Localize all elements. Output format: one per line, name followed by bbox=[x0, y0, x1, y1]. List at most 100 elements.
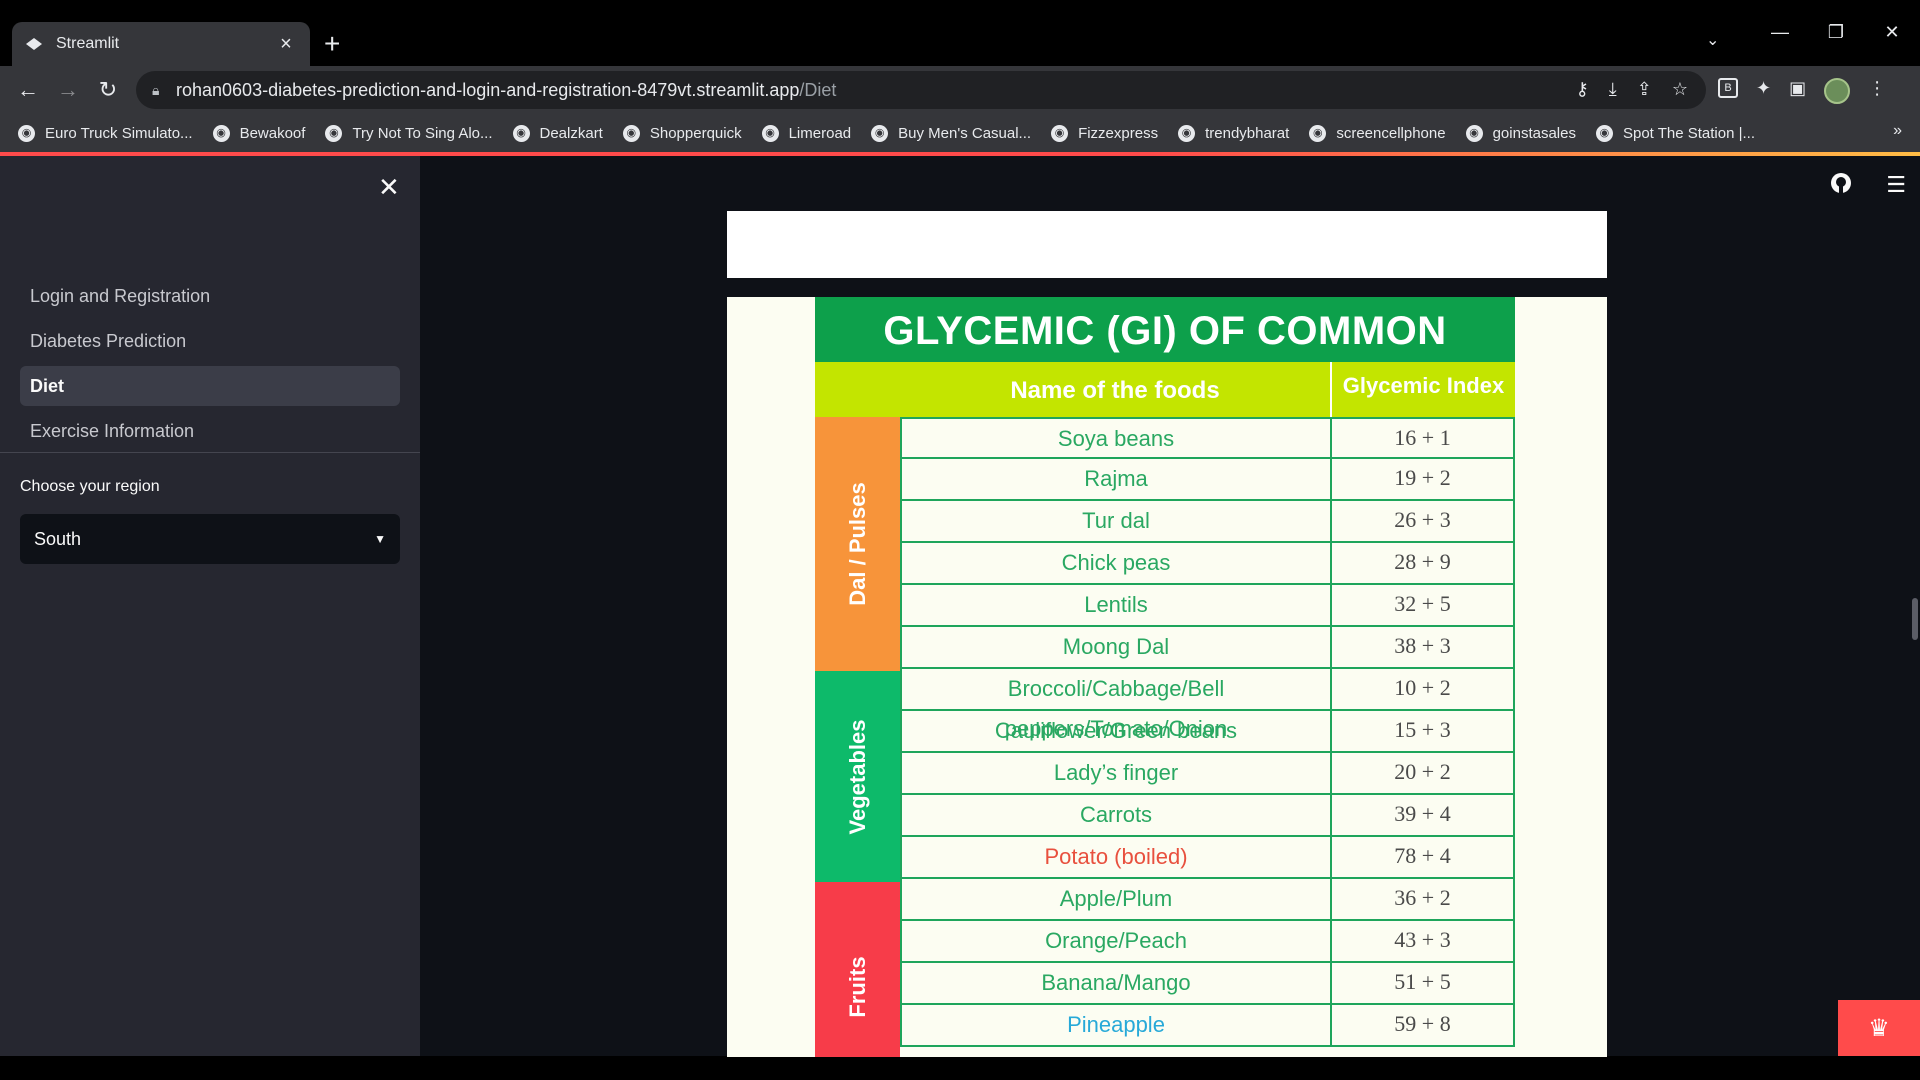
poster-title: GLYCEMIC (GI) OF COMMON FOODS bbox=[815, 297, 1515, 421]
browser-tab[interactable]: Streamlit × bbox=[12, 22, 310, 66]
food-name: Broccoli/Cabbage/Bell peppers/Tomato/Oni… bbox=[902, 669, 1332, 741]
food-name: Carrots bbox=[902, 795, 1332, 835]
sidebar-item-diabetes-prediction[interactable]: Diabetes Prediction bbox=[20, 321, 400, 361]
food-name: Pineapple bbox=[902, 1005, 1332, 1045]
table-row: Banana/Mango 51 + 5 bbox=[900, 963, 1515, 1005]
main-header-icons: ☰ bbox=[1830, 172, 1906, 200]
globe-icon: ◉ bbox=[212, 124, 230, 142]
bookmark-item[interactable]: ◉ Dealzkart bbox=[512, 124, 603, 142]
bookmark-star-icon[interactable]: ☆ bbox=[1672, 79, 1688, 100]
globe-icon: ◉ bbox=[18, 124, 35, 142]
globe-icon: ◉ bbox=[512, 124, 530, 142]
bookmark-item[interactable]: ◉ Buy Men's Casual... bbox=[871, 124, 1031, 142]
glycemic-index-value: 15 + 3 bbox=[1394, 717, 1451, 742]
window-close-icon[interactable]: ✕ bbox=[1864, 22, 1920, 43]
hamburger-menu-icon[interactable]: ☰ bbox=[1886, 172, 1906, 200]
category-vegetables: Vegetables bbox=[815, 670, 900, 883]
food-name: Chick peas bbox=[902, 543, 1332, 583]
github-icon[interactable] bbox=[1830, 172, 1852, 200]
table-row: Soya beans 16 + 1 bbox=[900, 417, 1515, 459]
sidebar-item-diet[interactable]: Diet bbox=[20, 366, 400, 406]
table-row: Apple/Plum 36 + 2 bbox=[900, 879, 1515, 921]
glycemic-index-value: 19 + 2 bbox=[1394, 465, 1451, 490]
sidebar-item-login-and-registration[interactable]: Login and Registration bbox=[20, 276, 400, 316]
food-name: Banana/Mango bbox=[902, 963, 1332, 1003]
sidebar-close-icon[interactable]: ✕ bbox=[378, 172, 400, 203]
sidebar-item-exercise-information[interactable]: Exercise Information bbox=[20, 411, 400, 451]
url-host: rohan0603-diabetes-prediction-and-login-… bbox=[176, 79, 800, 100]
image-placeholder bbox=[727, 211, 1607, 278]
streamlit-badge-icon[interactable]: ♛ bbox=[1838, 1000, 1920, 1056]
glycemic-index-value: 43 + 3 bbox=[1394, 927, 1451, 952]
bookmark-item[interactable]: ◉ Euro Truck Simulato... bbox=[18, 124, 193, 142]
glycemic-index-value: 32 + 5 bbox=[1394, 591, 1451, 616]
menu-dots-icon[interactable]: ⋮ bbox=[1868, 78, 1886, 104]
food-name: Tur dal bbox=[902, 501, 1332, 541]
category-fruits: Fruits bbox=[815, 882, 900, 1057]
address-bar[interactable]: 🔒︎ rohan0603-diabetes-prediction-and-log… bbox=[136, 71, 1706, 109]
glycemic-index-value: 10 + 2 bbox=[1394, 675, 1451, 700]
category-dal-pulses: Dal / Pulses bbox=[815, 417, 900, 671]
food-name: Potato (boiled) bbox=[902, 837, 1332, 877]
column-header-food: Name of the foods bbox=[1010, 377, 1220, 404]
tab-close-icon[interactable]: × bbox=[276, 33, 296, 56]
browser-tabstrip: Streamlit × + ⌄ — ❐ ✕ bbox=[0, 0, 1920, 66]
puzzle-icon[interactable]: ✦ bbox=[1756, 78, 1771, 104]
bookmarks-overflow-icon[interactable]: » bbox=[1893, 122, 1902, 140]
table-row: Orange/Peach 43 + 3 bbox=[900, 921, 1515, 963]
food-name: Rajma bbox=[902, 459, 1332, 499]
tab-title: Streamlit bbox=[56, 35, 120, 52]
glycemic-index-value: 39 + 4 bbox=[1394, 801, 1451, 826]
food-name: Apple/Plum bbox=[902, 879, 1332, 919]
bookmark-item[interactable]: ◉ Fizzexpress bbox=[1051, 124, 1158, 142]
food-name: Moong Dal bbox=[902, 627, 1332, 667]
column-header-gi: Glycemic Index bbox=[1330, 362, 1515, 417]
glycemic-index-value: 51 + 5 bbox=[1394, 969, 1451, 994]
sidebar-nav: Login and Registration Diabetes Predicti… bbox=[20, 276, 400, 456]
side-panel-icon[interactable]: ▣ bbox=[1789, 78, 1806, 104]
globe-icon: ◉ bbox=[1051, 124, 1069, 142]
glycemic-index-value: 28 + 9 bbox=[1394, 549, 1451, 574]
bookmark-item[interactable]: ◉ goinstasales bbox=[1465, 124, 1576, 142]
table-row: Tur dal 26 + 3 bbox=[900, 501, 1515, 543]
restore-icon[interactable]: ❐ bbox=[1808, 22, 1864, 43]
globe-icon: ◉ bbox=[1465, 124, 1483, 142]
bookmark-item[interactable]: ◉ Bewakoof bbox=[212, 124, 305, 142]
region-select-value: South bbox=[34, 528, 82, 549]
bookmark-item[interactable]: ◉ Shopperquick bbox=[622, 124, 742, 142]
table-row: Cauliflower/Green beans 15 + 3 bbox=[900, 711, 1515, 753]
table-row: Rajma 19 + 2 bbox=[900, 459, 1515, 501]
globe-icon: ◉ bbox=[1595, 124, 1613, 142]
key-icon[interactable]: ⚷ bbox=[1576, 79, 1589, 100]
table-row: Broccoli/Cabbage/Bell peppers/Tomato/Oni… bbox=[900, 669, 1515, 741]
glycemic-index-poster: GLYCEMIC (GI) OF COMMON FOODS Name of th… bbox=[727, 297, 1607, 1057]
forward-icon[interactable]: → bbox=[48, 77, 88, 103]
profile-avatar[interactable] bbox=[1824, 78, 1851, 104]
share-icon[interactable]: ⇪ bbox=[1637, 79, 1652, 100]
scrollbar[interactable] bbox=[1912, 598, 1918, 640]
glycemic-index-value: 36 + 2 bbox=[1394, 885, 1451, 910]
glycemic-index-value: 38 + 3 bbox=[1394, 633, 1451, 658]
install-icon[interactable]: ⤓ bbox=[1609, 79, 1617, 100]
bookmark-item[interactable]: ◉ Spot The Station |... bbox=[1595, 124, 1755, 142]
bookmark-item[interactable]: ◉ Try Not To Sing Alo... bbox=[325, 124, 493, 142]
region-select[interactable]: South ▼ bbox=[20, 514, 400, 564]
globe-icon: ◉ bbox=[622, 124, 640, 142]
food-name: Lady’s finger bbox=[902, 753, 1332, 793]
bookmark-item[interactable]: ◉ trendybharat bbox=[1178, 124, 1289, 142]
browser-toolbar: ← → ↻ 🔒︎ rohan0603-diabetes-prediction-a… bbox=[0, 66, 1920, 114]
region-label: Choose your region bbox=[20, 478, 160, 495]
bookmark-item[interactable]: ◉ screencellphone bbox=[1309, 124, 1446, 142]
reload-icon[interactable]: ↻ bbox=[88, 77, 128, 103]
back-icon[interactable]: ← bbox=[8, 77, 48, 103]
food-name: Cauliflower/Green beans bbox=[902, 711, 1332, 751]
minimize-icon[interactable]: — bbox=[1752, 22, 1808, 43]
food-name: Lentils bbox=[902, 585, 1332, 625]
glycemic-index-value: 78 + 4 bbox=[1394, 843, 1451, 868]
extension-b-icon[interactable]: B bbox=[1718, 78, 1738, 98]
table-row: Lady’s finger 20 + 2 bbox=[900, 753, 1515, 795]
new-tab-icon[interactable]: + bbox=[324, 28, 340, 60]
table-row: Moong Dal 38 + 3 bbox=[900, 627, 1515, 669]
bookmark-item[interactable]: ◉ Limeroad bbox=[761, 124, 851, 142]
tab-search-icon[interactable]: ⌄ bbox=[1706, 30, 1719, 50]
